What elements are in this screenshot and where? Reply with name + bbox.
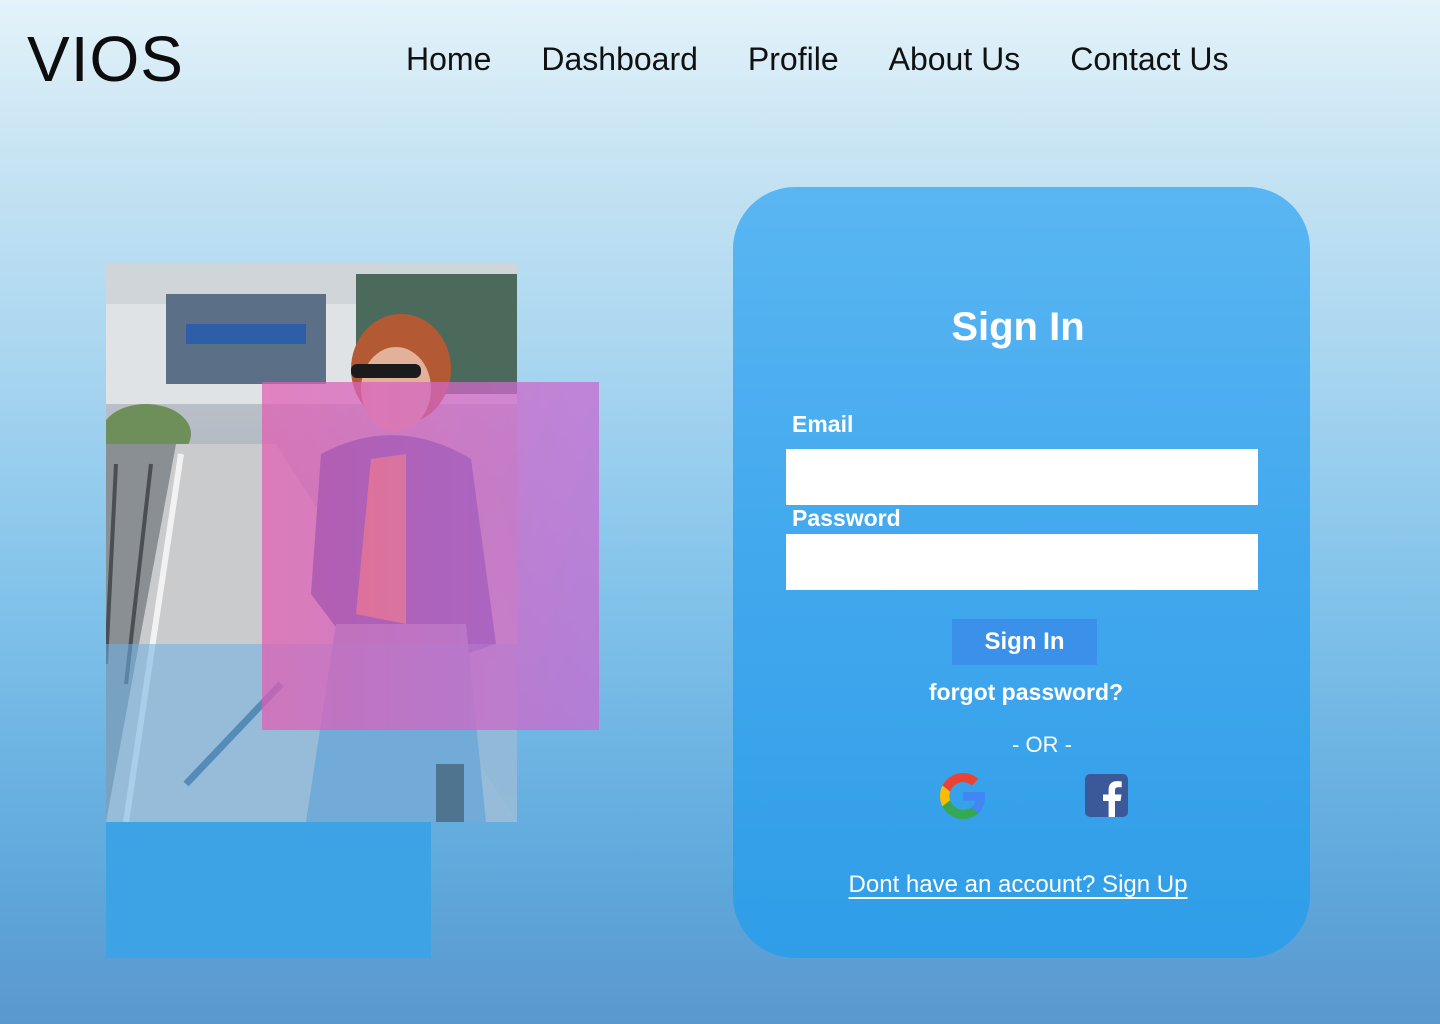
nav-dashboard[interactable]: Dashboard (541, 40, 698, 78)
google-icon[interactable] (940, 773, 986, 819)
signin-card: Sign In Email Password Sign In forgot pa… (733, 187, 1310, 958)
hero-overlay-pink (262, 382, 599, 730)
facebook-icon[interactable] (1085, 774, 1128, 817)
nav-profile[interactable]: Profile (748, 40, 839, 78)
nav-about-us[interactable]: About Us (889, 40, 1021, 78)
forgot-password-link[interactable]: forgot password? (733, 679, 1319, 706)
signin-title: Sign In (951, 305, 1085, 349)
password-label: Password (792, 505, 901, 531)
email-label: Email (792, 411, 854, 437)
signin-button[interactable]: Sign In (952, 619, 1097, 665)
password-field[interactable] (786, 534, 1258, 590)
main-nav: Home Dashboard Profile About Us Contact … (406, 40, 1279, 78)
nav-home[interactable]: Home (406, 40, 491, 78)
email-field[interactable] (786, 449, 1258, 505)
hero-overlay-block (106, 822, 431, 958)
or-divider: - OR - (1012, 732, 1072, 757)
nav-contact-us[interactable]: Contact Us (1070, 40, 1228, 78)
logo[interactable]: VIOS (27, 22, 184, 96)
signup-link[interactable]: Dont have an account? Sign Up (733, 871, 1303, 899)
